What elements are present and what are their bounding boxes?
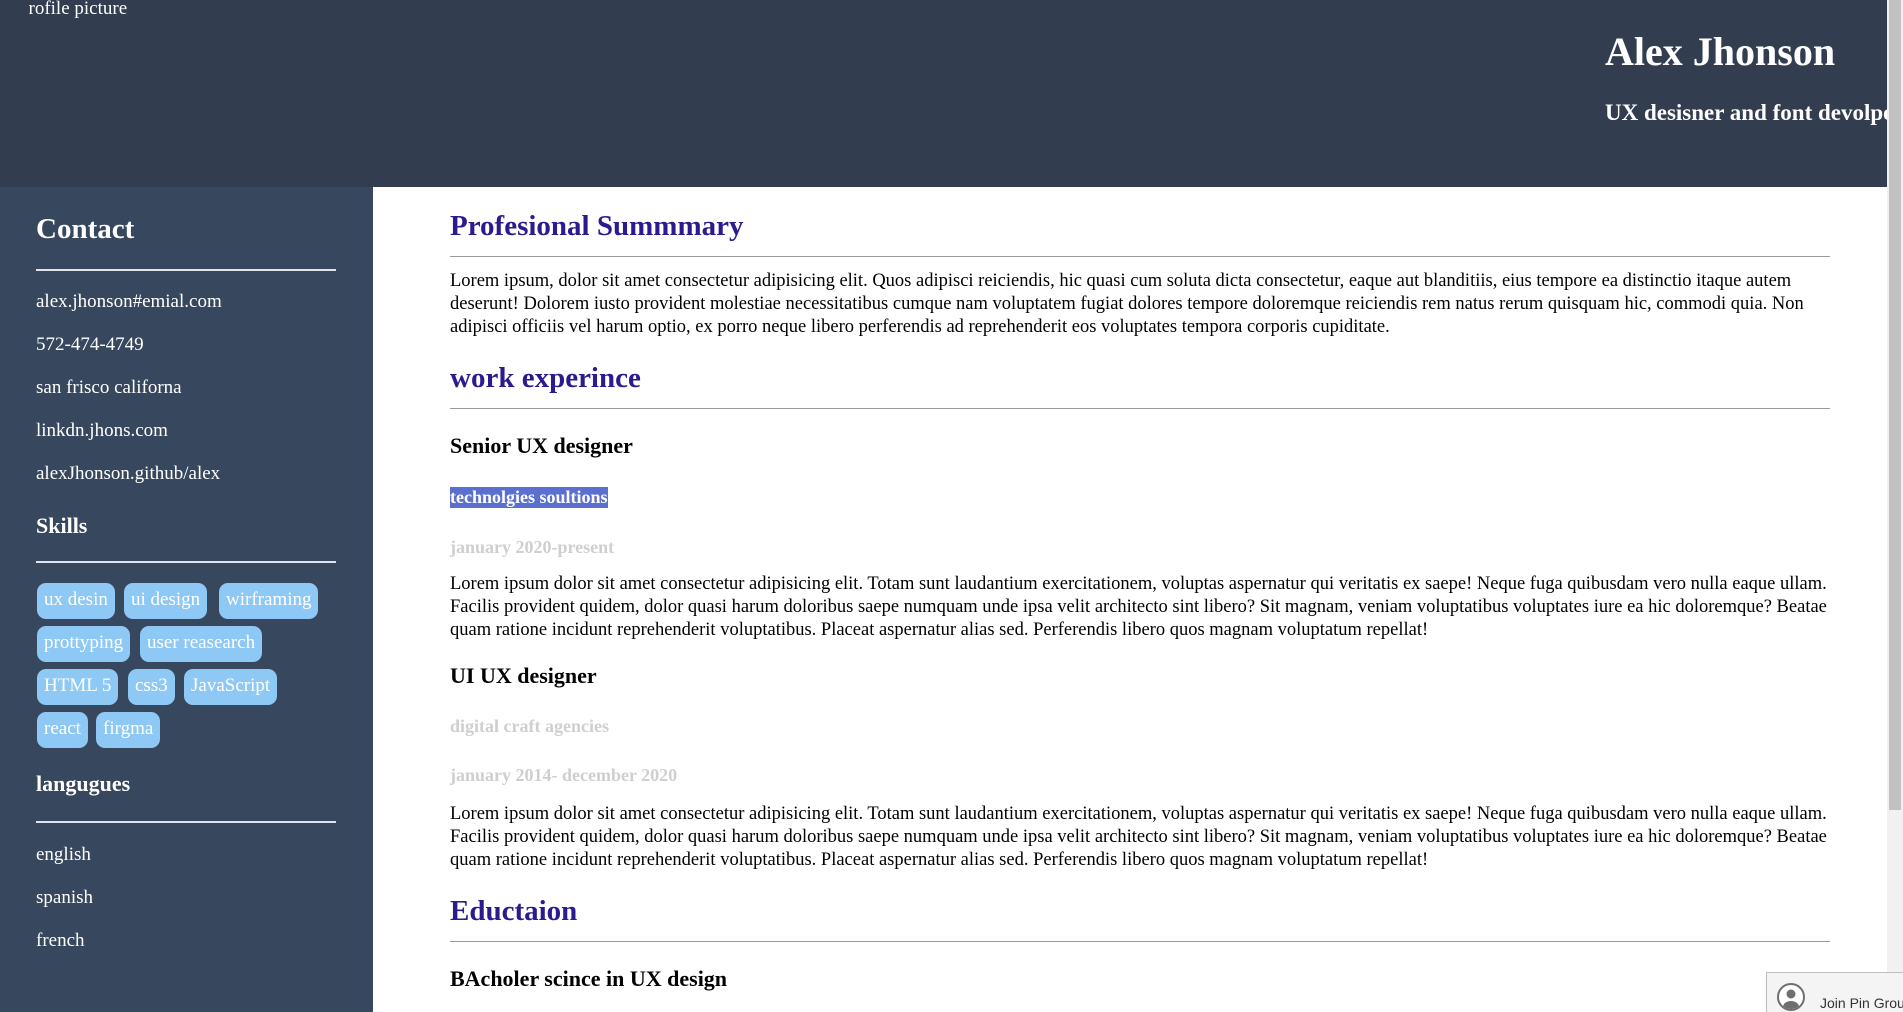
contact-location: san frisco californa xyxy=(36,377,182,398)
person-name: Alex Jhonson xyxy=(1605,29,1836,74)
education-degree: BAcholer scince in UX design xyxy=(450,966,728,991)
main-content: Profesional Summmary Lorem ipsum, dolor … xyxy=(373,187,1887,1012)
person-icon xyxy=(1783,989,1799,1009)
skill-tag: ui design xyxy=(124,583,208,619)
profile-picture-alt-text: profile picture xyxy=(29,0,128,19)
job-title: Senior UX designer xyxy=(450,433,633,458)
skills-heading: Skills xyxy=(36,513,88,538)
contact-phone: 572-474-4749 xyxy=(36,334,144,355)
skill-tag: HTML 5 xyxy=(37,669,119,705)
scrollbar-thumb[interactable] xyxy=(1889,0,1901,810)
person-role: UX desisner and font devolper xyxy=(1605,100,1887,125)
join-pin-group-label: Join Pin Group xyxy=(1820,995,1903,1011)
resume-page: profile picture Alex Jhonson UX desisner… xyxy=(0,0,1903,1012)
skills-divider xyxy=(36,561,336,563)
contact-divider xyxy=(36,269,336,271)
skill-tag: wirframing xyxy=(219,583,319,619)
join-pin-group-button[interactable]: Join Pin Group xyxy=(1766,972,1903,1012)
skill-tag: css3 xyxy=(128,669,175,705)
skill-tag: firgma xyxy=(96,712,161,748)
job-dates: january 2020-present xyxy=(450,537,615,557)
experience-title: work experince xyxy=(450,362,641,394)
skill-tag: react xyxy=(37,712,88,748)
education-title: Eductaion xyxy=(450,895,578,927)
summary-title: Profesional Summmary xyxy=(450,210,744,242)
contact-github: alexJhonson.github/alex xyxy=(36,463,221,484)
resume-header: profile picture Alex Jhonson UX desisner… xyxy=(0,0,1887,187)
skill-tag: user reasearch xyxy=(140,626,263,662)
contact-linkedin: linkdn.jhons.com xyxy=(36,420,168,441)
contact-heading: Contact xyxy=(36,213,135,245)
skill-tag: JavaScript xyxy=(184,669,278,705)
user-avatar-icon xyxy=(1777,983,1805,1011)
vertical-scrollbar[interactable] xyxy=(1887,0,1903,1012)
job-title: UI UX designer xyxy=(450,663,597,688)
sidebar: Contact alex.jhonson#emial.com 572-474-4… xyxy=(0,187,373,1012)
language-item: spanish xyxy=(36,887,93,908)
job-dates: january 2014- december 2020 xyxy=(450,765,678,785)
language-item: english xyxy=(36,844,91,865)
languages-heading: langugues xyxy=(36,771,131,796)
job-company: technolgies soultions xyxy=(450,487,608,508)
education-divider xyxy=(450,941,1830,942)
language-item: french xyxy=(36,930,85,951)
contact-email: alex.jhonson#emial.com xyxy=(36,291,222,312)
skill-tag: ux desin xyxy=(37,583,115,619)
experience-divider xyxy=(450,408,1830,409)
skill-tag: prottyping xyxy=(37,626,131,662)
summary-text: Lorem ipsum, dolor sit amet consectetur … xyxy=(450,271,1804,337)
profile-picture: profile picture xyxy=(29,0,169,20)
summary-divider xyxy=(450,256,1830,257)
job-description: Lorem ipsum dolor sit amet consectetur a… xyxy=(450,574,1827,640)
languages-divider xyxy=(36,821,336,823)
job-company: digital craft agencies xyxy=(450,716,609,736)
job-description: Lorem ipsum dolor sit amet consectetur a… xyxy=(450,804,1827,870)
